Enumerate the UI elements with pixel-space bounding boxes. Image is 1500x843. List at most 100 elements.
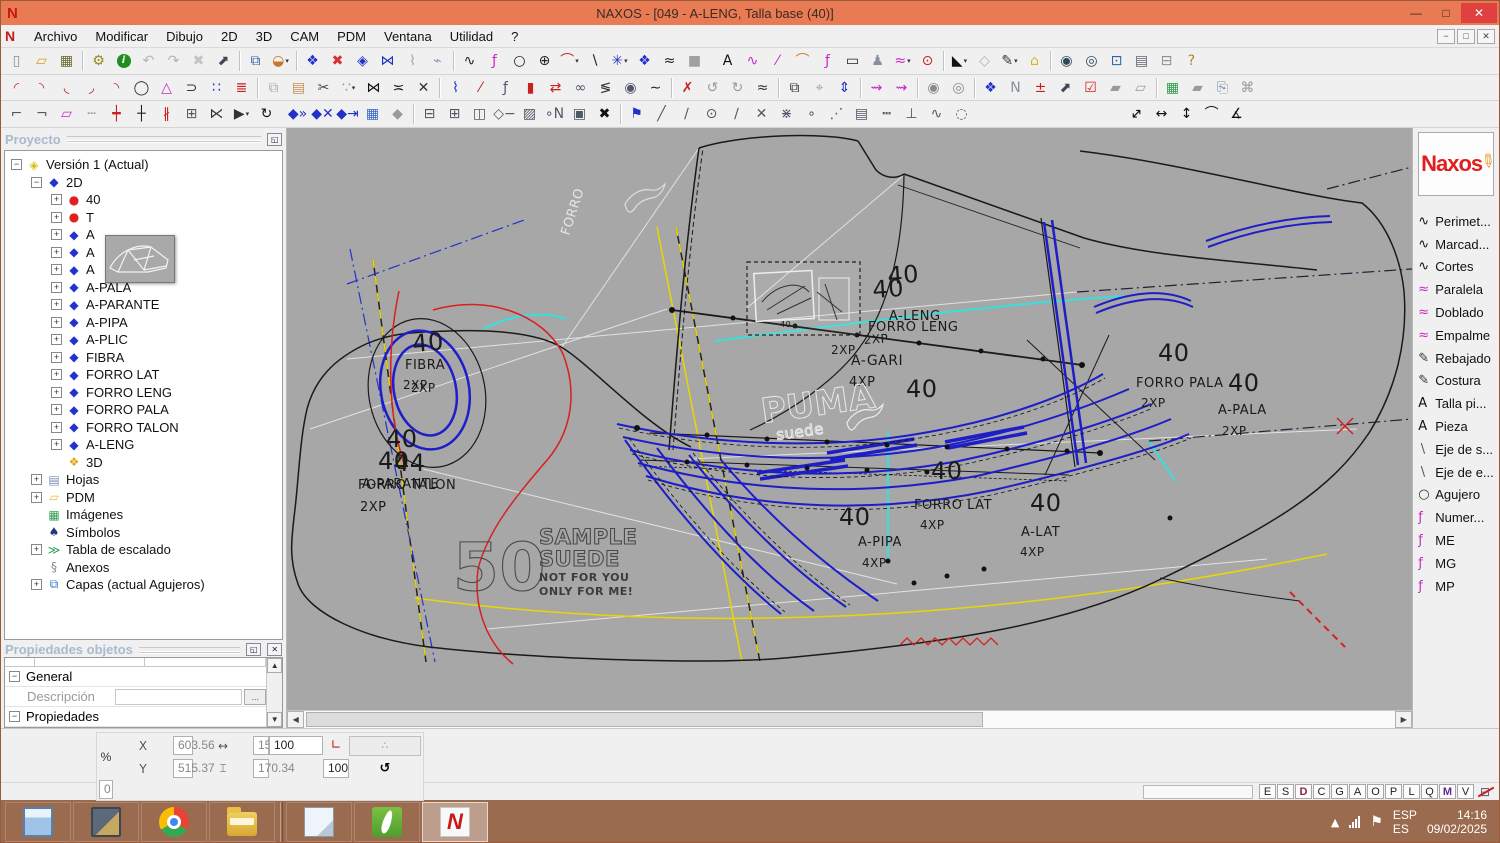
flip-vertical-button[interactable]: ⇕ bbox=[832, 77, 857, 99]
direction-button[interactable]: ▶ bbox=[229, 103, 254, 125]
center-point-button[interactable]: ⊙ bbox=[699, 103, 724, 125]
menu-pdm[interactable]: PDM bbox=[328, 25, 375, 47]
tool-rebajado[interactable]: ✎ Rebajado bbox=[1418, 347, 1499, 370]
region-fill-button[interactable]: ■ bbox=[682, 50, 707, 72]
small-point-button[interactable]: ∘ bbox=[799, 103, 824, 125]
curve-points-button[interactable]: ≈ bbox=[657, 50, 682, 72]
wave-edit-button[interactable]: ≈ bbox=[750, 77, 775, 99]
taskbar-chrome-button[interactable] bbox=[141, 802, 207, 842]
tree-item-3d[interactable]: ❖ 3D bbox=[5, 454, 282, 472]
taskbar-naxos-button[interactable]: N bbox=[422, 802, 488, 842]
measure-diagonal-button[interactable]: ↔ bbox=[1124, 103, 1149, 125]
measure-arc-button[interactable]: ⌒ bbox=[1199, 103, 1224, 125]
child-minimize-button[interactable]: − bbox=[1437, 28, 1455, 44]
taskbar-file-explorer-button[interactable] bbox=[209, 802, 275, 842]
rivet-tool-button[interactable]: ⊙ bbox=[915, 50, 940, 72]
curve-arrow-1-button[interactable]: ⇝ bbox=[864, 77, 889, 99]
mini-wave-button[interactable]: ∿ bbox=[924, 103, 949, 125]
delete-node-button[interactable]: ✖ bbox=[592, 103, 617, 125]
marking-spline-button[interactable]: ƒ bbox=[815, 50, 840, 72]
scrollbar-thumb[interactable] bbox=[306, 712, 983, 727]
edit-piece-button[interactable]: ◈ bbox=[350, 50, 375, 72]
scroll-right-button[interactable]: ▶ bbox=[1395, 711, 1413, 728]
ruler-tool-button[interactable]: ▤ bbox=[1129, 50, 1154, 72]
smooth-curve-button[interactable]: ∼ bbox=[643, 77, 668, 99]
snap-letter-l[interactable]: L bbox=[1403, 784, 1420, 799]
piece-last-button[interactable]: ◆⇥ bbox=[335, 103, 360, 125]
expand-icon[interactable]: + bbox=[51, 281, 62, 293]
snap-letter-s[interactable]: S bbox=[1277, 784, 1294, 799]
tool-perimet-[interactable]: ∿ Perimet... bbox=[1418, 210, 1499, 233]
tree-item-im-genes[interactable]: ▦ Imágenes bbox=[5, 506, 282, 524]
piece-settings-button[interactable]: ⚙ bbox=[86, 50, 111, 72]
ellipse-tool-button[interactable]: ◯ bbox=[129, 77, 154, 99]
expand-icon[interactable]: + bbox=[51, 421, 62, 433]
point-cluster-button[interactable]: ∷ bbox=[204, 77, 229, 99]
snap-pin-button[interactable]: ⚑ bbox=[624, 103, 649, 125]
node-letter-button[interactable]: N bbox=[1003, 77, 1028, 99]
panel-grip[interactable] bbox=[66, 136, 262, 142]
menu-2d[interactable]: 2D bbox=[212, 25, 247, 47]
tray-collapse-icon[interactable]: ▲ bbox=[1331, 816, 1339, 829]
zoom-gray-2-button[interactable]: ◎ bbox=[946, 77, 971, 99]
tree-item-forro-talon[interactable]: + ◆ FORRO TALON bbox=[5, 419, 282, 437]
fillet-arrow-button[interactable]: ◝ bbox=[29, 77, 54, 99]
tree-item-t[interactable]: + ● T bbox=[5, 209, 282, 227]
language-indicator[interactable]: ESP ES bbox=[1393, 808, 1417, 836]
piece-plan-button[interactable]: ⌇ bbox=[400, 50, 425, 72]
tree-item-anexos[interactable]: § Anexos bbox=[5, 559, 282, 577]
fold-tool-button[interactable]: ◇ bbox=[972, 50, 997, 72]
swap-ends-button[interactable]: ⋉ bbox=[204, 103, 229, 125]
marking-arc-button[interactable]: ⌒ bbox=[790, 50, 815, 72]
curve-tool-button[interactable]: ∿ bbox=[457, 50, 482, 72]
undo-button[interactable]: ↶ bbox=[136, 50, 161, 72]
tool-agujero[interactable]: ○ Agujero bbox=[1418, 484, 1499, 507]
snap-letter-c[interactable]: C bbox=[1313, 784, 1330, 799]
taskbar-devices-button[interactable] bbox=[73, 802, 139, 842]
arc-tool-button[interactable]: ⌒ bbox=[557, 50, 582, 72]
diamond-line-button[interactable]: ◇− bbox=[492, 103, 517, 125]
dash-curve-button[interactable]: ⌇ bbox=[443, 77, 468, 99]
point-row-button[interactable]: ⋰ bbox=[824, 103, 849, 125]
tree-item-tabla-de-escalado[interactable]: + ≫ Tabla de escalado bbox=[5, 541, 282, 559]
tree-item-forro-leng[interactable]: + ◆ FORRO LENG bbox=[5, 384, 282, 402]
form-export-button[interactable]: ⬈ bbox=[1053, 77, 1078, 99]
tool-mg[interactable]: ƒ MG bbox=[1418, 552, 1499, 575]
tool-eje-de-s-[interactable]: ∖ Eje de s... bbox=[1418, 438, 1499, 461]
point-options-button[interactable]: ∵ bbox=[336, 77, 361, 99]
join-curves-button[interactable]: ∞ bbox=[568, 77, 593, 99]
description-more-button[interactable]: ... bbox=[244, 688, 267, 705]
close-button[interactable]: ✕ bbox=[1461, 3, 1497, 23]
intersection-button[interactable]: ✕ bbox=[749, 103, 774, 125]
piece-next-button[interactable]: ◆» bbox=[285, 103, 310, 125]
taskbar-calculator-button[interactable] bbox=[5, 802, 71, 842]
knot-circle-button[interactable]: ◌ bbox=[949, 103, 974, 125]
tree-item-a-parante[interactable]: + ◆ A-PARANTE bbox=[5, 296, 282, 314]
marking-wave-button[interactable]: ∿ bbox=[740, 50, 765, 72]
delete-selection-button[interactable]: ✖ bbox=[186, 50, 211, 72]
panel-grip[interactable] bbox=[138, 646, 241, 653]
expand-icon[interactable]: + bbox=[51, 194, 62, 206]
tree-item-hojas[interactable]: + ▤ Hojas bbox=[5, 471, 282, 489]
zoom-h-field[interactable]: 100 bbox=[269, 736, 323, 755]
plus-minus-button[interactable]: ± bbox=[1028, 77, 1053, 99]
angle-field[interactable]: 0 bbox=[99, 780, 113, 799]
tree-item-capas-actual-agujeros-[interactable]: + ⧉ Capas (actual Agujeros) bbox=[5, 576, 282, 594]
snap-letter-d[interactable]: D bbox=[1295, 784, 1312, 799]
color-palette-button[interactable]: ◒ bbox=[268, 50, 293, 72]
mirror-piece-button[interactable]: ⋈ bbox=[375, 50, 400, 72]
menu-dibujo[interactable]: Dibujo bbox=[157, 25, 212, 47]
trim-corner-1-button[interactable]: ⌐ bbox=[4, 103, 29, 125]
fillet-round-button[interactable]: ◞ bbox=[79, 77, 104, 99]
hat-tool-button[interactable]: ⌂ bbox=[1022, 50, 1047, 72]
paste-button[interactable]: ▤ bbox=[286, 77, 311, 99]
project-panel-dock-button[interactable]: ◱ bbox=[267, 132, 283, 146]
redo-button[interactable]: ↷ bbox=[161, 50, 186, 72]
scrollbar-track[interactable] bbox=[304, 711, 1396, 728]
expand-icon[interactable]: + bbox=[31, 544, 42, 556]
piece-ghost-button[interactable]: ▰ bbox=[1185, 77, 1210, 99]
group-pieces-button[interactable]: ⌘ bbox=[1235, 77, 1260, 99]
new-piece-button[interactable]: ❖ bbox=[632, 50, 657, 72]
tree-item-fibra[interactable]: + ◆ FIBRA bbox=[5, 349, 282, 367]
fillet-corner-button[interactable]: ◜ bbox=[4, 77, 29, 99]
